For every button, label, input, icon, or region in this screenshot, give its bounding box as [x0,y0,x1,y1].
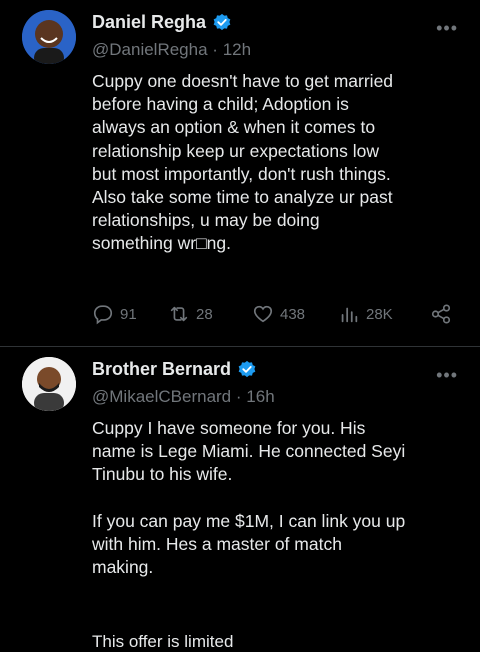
tweet-text: Cuppy one doesn't have to get married be… [92,71,394,254]
handle-row: @MikaelCBernard · 16h [92,387,275,407]
timestamp[interactable]: 12h [223,40,251,59]
author-handle[interactable]: @MikaelCBernard [92,387,231,406]
more-options-icon[interactable]: ••• [436,18,458,39]
reply-button[interactable]: 91 [92,303,168,325]
share-icon [431,304,451,324]
view-count: 28K [366,305,393,323]
tweet[interactable]: Daniel Regha @DanielRegha · 12h ••• Cupp… [0,0,480,347]
timestamp[interactable]: 16h [246,387,274,406]
reply-icon [93,305,113,325]
handle-row: @DanielRegha · 12h [92,40,251,60]
separator-dot: · [212,40,218,59]
action-bar: 91 28 438 28K [92,302,462,326]
author-name[interactable]: Brother Bernard [92,359,231,380]
share-button[interactable] [430,303,454,325]
heart-icon [253,305,273,323]
author-row: Brother Bernard [92,359,257,380]
retweet-button[interactable]: 28 [168,303,252,325]
views-button[interactable]: 28K [338,303,430,325]
reply-count: 91 [120,305,137,323]
author-handle[interactable]: @DanielRegha [92,40,208,59]
author-row: Daniel Regha [92,12,232,33]
retweet-count: 28 [196,305,213,323]
avatar[interactable] [22,357,76,411]
avatar-image [22,357,76,411]
more-options-icon[interactable]: ••• [436,365,458,386]
like-count: 438 [280,305,306,323]
retweet-icon [170,306,188,322]
author-name[interactable]: Daniel Regha [92,12,206,33]
tweet-text-cutoff: This offer is limited [92,632,234,651]
separator-dot: · [235,387,242,406]
avatar-image [22,10,76,64]
tweet-text: Cuppy I have someone for you. His name i… [92,418,406,578]
like-button[interactable]: 438 [252,303,338,325]
views-bar-chart-icon [341,307,358,323]
tweet[interactable]: Brother Bernard @MikaelCBernard · 16h ••… [0,347,480,651]
avatar[interactable] [22,10,76,64]
verified-badge-icon [238,360,256,377]
verified-badge-icon [213,13,231,30]
